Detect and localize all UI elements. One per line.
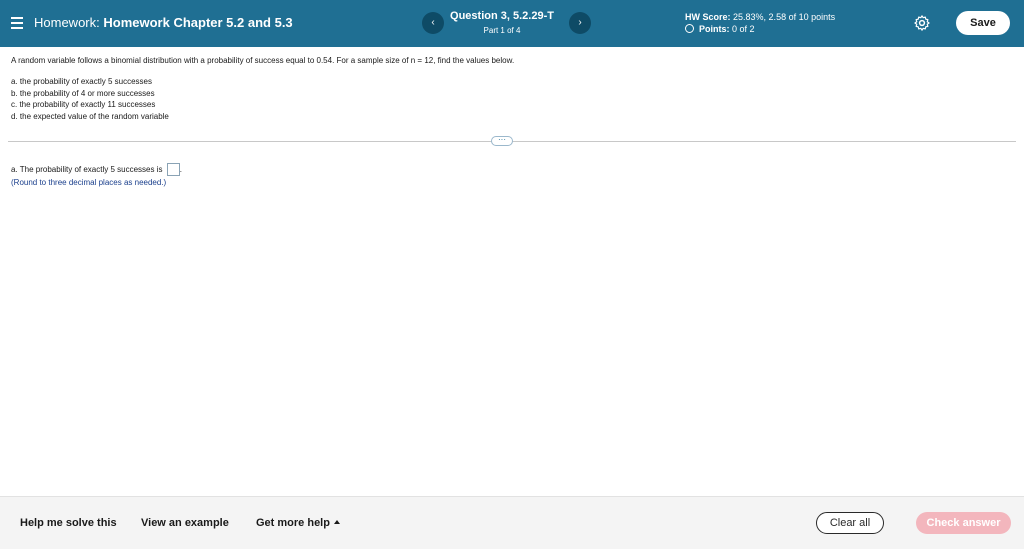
question-prompt: A random variable follows a binomial dis… <box>11 56 515 65</box>
question-item: d. the expected value of the random vari… <box>11 111 169 121</box>
help-me-solve-button[interactable]: Help me solve this <box>20 517 117 529</box>
homework-title-prefix: Homework: <box>34 15 100 30</box>
expand-more-button[interactable]: ··· <box>491 136 513 146</box>
hamburger-menu-icon[interactable] <box>11 14 23 32</box>
homework-title-name: Homework Chapter 5.2 and 5.3 <box>103 15 293 30</box>
answer-input[interactable] <box>166 163 180 176</box>
rounding-hint: (Round to three decimal places as needed… <box>11 178 167 187</box>
top-bar: Homework: Homework Chapter 5.2 and 5.3 ‹… <box>0 0 1024 47</box>
points-value: 0 of 2 <box>732 24 755 34</box>
question-items-list: a. the probability of exactly 5 successe… <box>11 76 169 122</box>
get-more-help-button[interactable]: Get more help <box>256 517 340 529</box>
next-question-button[interactable]: › <box>569 12 591 34</box>
question-part: Part 1 of 4 <box>483 26 521 35</box>
points-label: Points: <box>699 24 730 34</box>
hw-score-label: HW Score: <box>685 12 731 22</box>
question-points: Points: 0 of 2 <box>685 24 755 34</box>
question-item: c. the probability of exactly 11 success… <box>11 100 156 109</box>
hw-score-value: 25.83%, 2.58 of 10 points <box>733 12 836 22</box>
homework-title: Homework: Homework Chapter 5.2 and 5.3 <box>34 15 293 30</box>
view-example-button[interactable]: View an example <box>141 517 229 529</box>
answer-line: a. The probability of exactly 5 successe… <box>11 163 182 176</box>
check-answer-button[interactable]: Check answer <box>916 512 1011 534</box>
get-more-help-label: Get more help <box>256 517 330 529</box>
hw-score: HW Score: 25.83%, 2.58 of 10 points <box>685 12 835 22</box>
save-button[interactable]: Save <box>956 11 1010 35</box>
question-item: a. the probability of exactly 5 successe… <box>11 77 152 86</box>
bottom-bar: Help me solve this View an example Get m… <box>0 496 1024 549</box>
clear-all-button[interactable]: Clear all <box>816 512 884 534</box>
caret-up-icon <box>333 520 340 524</box>
question-item: b. the probability of 4 or more successe… <box>11 88 155 98</box>
answer-suffix: . <box>179 165 182 174</box>
chevron-right-icon: › <box>578 17 582 28</box>
chevron-left-icon: ‹ <box>431 17 435 28</box>
gear-icon[interactable] <box>913 14 931 32</box>
points-circle-icon <box>685 24 694 33</box>
answer-prompt: a. The probability of exactly 5 successe… <box>11 165 163 174</box>
question-title: Question 3, 5.2.29-T <box>450 10 554 22</box>
